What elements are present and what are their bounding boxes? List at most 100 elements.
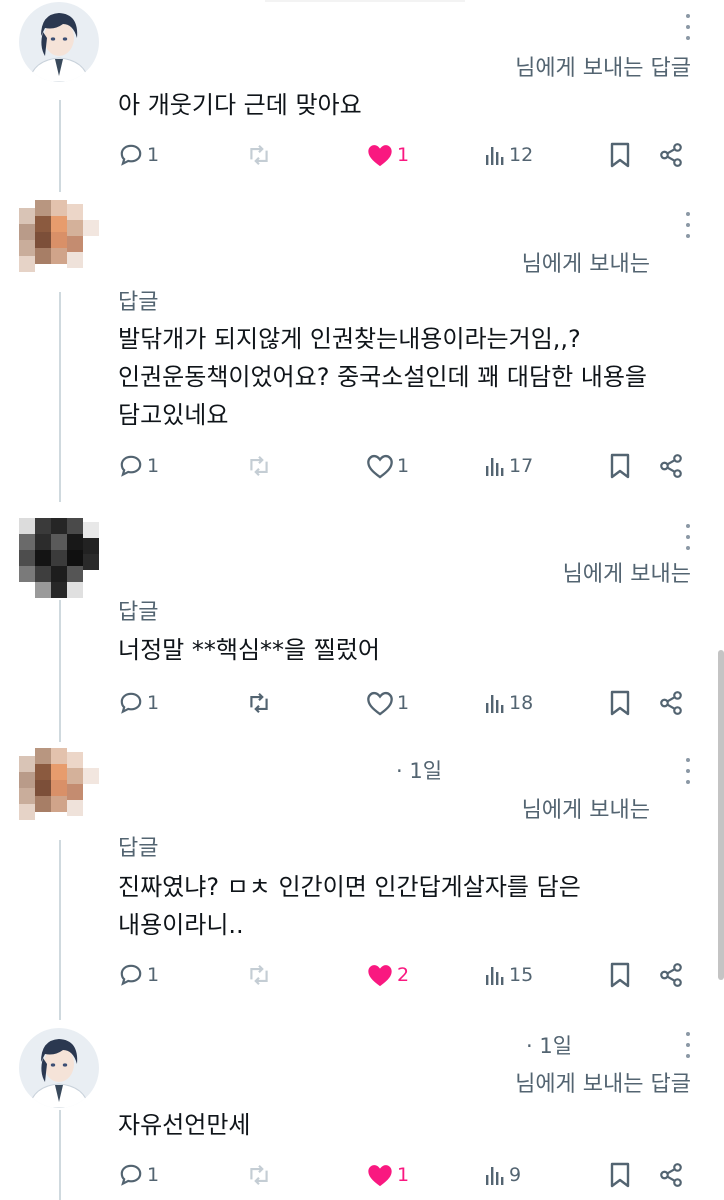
reply-button[interactable]: 1 bbox=[118, 958, 159, 992]
share-button[interactable] bbox=[658, 138, 684, 172]
like-button[interactable]: 1 bbox=[366, 686, 409, 720]
views-count: 9 bbox=[509, 1164, 522, 1186]
share-icon bbox=[660, 143, 682, 167]
retweet-icon bbox=[250, 145, 268, 165]
reply-count: 1 bbox=[147, 1164, 160, 1186]
post-time[interactable]: · 1일 bbox=[396, 755, 442, 785]
action-bar: 1 1 18 bbox=[118, 686, 698, 720]
anime-character-avatar-image bbox=[19, 1028, 99, 1108]
bookmark-icon bbox=[610, 690, 630, 716]
text-line: 아 개웃기다 근데 맞아요 bbox=[118, 91, 362, 119]
reply-to-label-cont: 답글 bbox=[118, 600, 159, 625]
like-button[interactable]: 2 bbox=[366, 958, 409, 992]
retweet-icon bbox=[250, 693, 268, 713]
reply-button[interactable]: 1 bbox=[118, 138, 159, 172]
views-button[interactable]: 15 bbox=[484, 958, 533, 992]
share-button[interactable] bbox=[658, 958, 684, 992]
avatar[interactable] bbox=[19, 200, 99, 280]
more-vertical-icon[interactable] bbox=[682, 758, 694, 784]
views-bar-chart-icon bbox=[486, 1167, 504, 1185]
views-count: 15 bbox=[509, 964, 534, 986]
text-line: 너정말 **핵심**을 찔렀어 bbox=[118, 636, 380, 664]
retweet-icon bbox=[250, 1165, 268, 1185]
bookmark-button[interactable] bbox=[608, 686, 632, 720]
retweet-button[interactable] bbox=[246, 686, 272, 720]
reply-post[interactable]: 님에게 보내는 답글 너정말 **핵심**을 찔렀어 1 1 18 bbox=[0, 500, 724, 740]
avatar[interactable] bbox=[19, 748, 99, 828]
reply-count: 1 bbox=[147, 964, 160, 986]
heart-icon bbox=[367, 454, 393, 479]
more-vertical-icon[interactable] bbox=[682, 524, 694, 550]
avatar[interactable] bbox=[19, 518, 99, 598]
pixelated-avatar-image bbox=[19, 748, 99, 828]
reply-text: 아 개웃기다 근데 맞아요 bbox=[118, 86, 678, 124]
share-icon bbox=[660, 691, 682, 715]
reply-post[interactable]: · 1일 님에게 보내는 답글 자유선언만세 1 1 9 bbox=[0, 1020, 724, 1200]
reply-button[interactable]: 1 bbox=[118, 449, 159, 483]
speech-bubble-icon bbox=[120, 692, 142, 714]
text-line: 자유선언만세 bbox=[118, 1111, 251, 1139]
like-count: 2 bbox=[397, 964, 410, 986]
views-bar-chart-icon bbox=[486, 458, 504, 476]
reply-to-label-cont: 답글 bbox=[118, 290, 159, 315]
like-button[interactable]: 1 bbox=[366, 1158, 409, 1192]
text-line: 발닦개가 되지않게 인권찾는내용이라는거임,,? bbox=[118, 325, 581, 353]
bookmark-button[interactable] bbox=[608, 449, 632, 483]
retweet-button[interactable] bbox=[246, 958, 272, 992]
reply-count: 1 bbox=[147, 144, 160, 166]
reply-to-label: 님에게 보내는 답글 bbox=[515, 56, 691, 81]
reply-post[interactable]: 님에게 보내는 답글 발닦개가 되지않게 인권찾는내용이라는거임,,? 인권운동… bbox=[0, 190, 724, 500]
retweet-button[interactable] bbox=[246, 449, 272, 483]
bookmark-icon bbox=[610, 142, 630, 168]
views-count: 17 bbox=[509, 455, 534, 477]
avatar[interactable] bbox=[19, 1028, 99, 1108]
share-button[interactable] bbox=[658, 1158, 684, 1192]
like-count: 1 bbox=[397, 144, 410, 166]
bookmark-button[interactable] bbox=[608, 1158, 632, 1192]
share-button[interactable] bbox=[658, 449, 684, 483]
heart-icon bbox=[368, 965, 392, 987]
retweet-button[interactable] bbox=[246, 138, 272, 172]
text-line: 진짜였냐? ㅁㅊ 인간이면 인간답게살자를 담은 bbox=[118, 873, 581, 901]
text-line: 내용이라니.. bbox=[118, 911, 244, 939]
views-button[interactable]: 17 bbox=[484, 449, 533, 483]
speech-bubble-icon bbox=[120, 455, 142, 477]
speech-bubble-icon bbox=[120, 144, 142, 166]
reply-text: 진짜였냐? ㅁㅊ 인간이면 인간답게살자를 담은 내용이라니.. bbox=[118, 868, 678, 944]
speech-bubble-icon bbox=[120, 1164, 142, 1186]
share-button[interactable] bbox=[658, 686, 684, 720]
more-vertical-icon[interactable] bbox=[682, 1032, 694, 1058]
like-count: 1 bbox=[397, 1164, 410, 1186]
views-button[interactable]: 18 bbox=[484, 686, 533, 720]
share-icon bbox=[660, 454, 682, 478]
like-button[interactable]: 1 bbox=[366, 449, 409, 483]
like-button[interactable]: 1 bbox=[366, 138, 409, 172]
more-vertical-icon[interactable] bbox=[682, 14, 694, 40]
retweet-button[interactable] bbox=[246, 1158, 272, 1192]
views-count: 12 bbox=[509, 144, 534, 166]
bookmark-button[interactable] bbox=[608, 958, 632, 992]
reply-text: 너정말 **핵심**을 찔렀어 bbox=[118, 631, 678, 669]
reply-button[interactable]: 1 bbox=[118, 1158, 159, 1192]
reply-to-label: 님에게 보내는 답글 bbox=[515, 1072, 691, 1097]
reply-count: 1 bbox=[147, 455, 160, 477]
bookmark-icon bbox=[610, 453, 630, 479]
pixelated-dark-avatar-image bbox=[19, 518, 99, 598]
views-bar-chart-icon bbox=[486, 147, 504, 165]
more-vertical-icon[interactable] bbox=[682, 212, 694, 238]
avatar[interactable] bbox=[19, 2, 99, 82]
views-button[interactable]: 12 bbox=[484, 138, 533, 172]
scrollbar[interactable] bbox=[718, 650, 724, 980]
reply-to-label-cont: 답글 bbox=[118, 836, 159, 861]
views-bar-chart-icon bbox=[486, 967, 504, 985]
reply-post[interactable]: · 1일 님에게 보내는 답글 진짜였냐? ㅁㅊ 인간이면 인간답게살자를 담은… bbox=[0, 740, 724, 1020]
action-bar: 1 1 9 bbox=[118, 1158, 698, 1192]
reply-post[interactable]: 님에게 보내는 답글 아 개웃기다 근데 맞아요 1 1 12 bbox=[0, 0, 724, 190]
pixelated-avatar-image bbox=[19, 200, 99, 280]
bookmark-button[interactable] bbox=[608, 138, 632, 172]
post-time[interactable]: · 1일 bbox=[526, 1030, 572, 1060]
reply-text: 자유선언만세 bbox=[118, 1106, 678, 1144]
bookmark-icon bbox=[610, 1162, 630, 1188]
reply-button[interactable]: 1 bbox=[118, 686, 159, 720]
views-button[interactable]: 9 bbox=[484, 1158, 521, 1192]
